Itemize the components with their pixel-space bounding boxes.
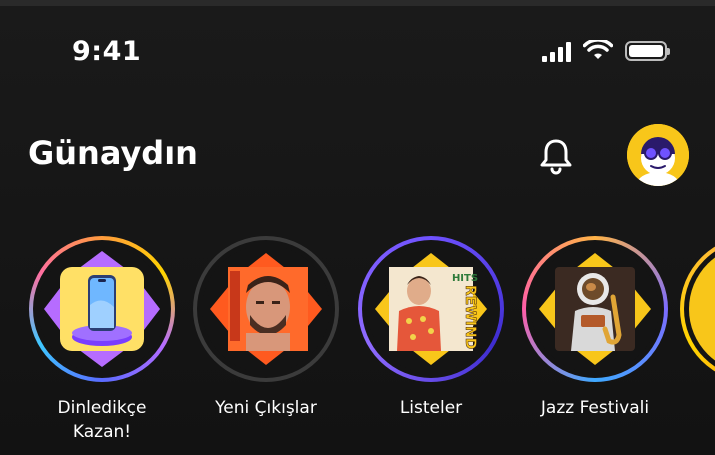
status-icons	[542, 40, 670, 62]
profile-avatar[interactable]	[627, 124, 689, 186]
story-label: Yeni Çıkışlar	[215, 398, 317, 418]
status-time: 9:41	[72, 36, 142, 67]
svg-text:HITS: HITS	[452, 273, 478, 284]
battery-icon	[625, 41, 670, 61]
stories-row: Dinledikçe Kazan! Yeni Çıkışlar HITS REW…	[0, 236, 715, 455]
hits-rewind-thumbnail: HITS REWIND	[367, 245, 495, 373]
device-top-edge	[0, 0, 715, 6]
story-label: Listeler	[399, 398, 463, 418]
artist-portrait-thumbnail	[202, 245, 330, 373]
bell-icon	[540, 139, 572, 175]
story-ring: HITS REWIND	[358, 236, 504, 382]
story-listeler[interactable]: HITS REWIND Listeler	[351, 236, 511, 420]
story-ring	[680, 236, 715, 382]
phone-prize-thumbnail	[38, 245, 166, 373]
wifi-icon	[583, 40, 613, 59]
notifications-button[interactable]	[534, 134, 578, 178]
story-label: Jazz Festivali	[540, 398, 650, 418]
greeting-title: Günaydın	[28, 134, 198, 172]
avatar-icon	[627, 124, 689, 186]
story-ring	[193, 236, 339, 382]
story-ring	[29, 236, 175, 382]
story-label: Dinledikçe Kazan!	[57, 398, 147, 442]
svg-text:REWIND: REWIND	[462, 285, 478, 349]
story-ring	[522, 236, 668, 382]
story-yeni-cikislar[interactable]: Yeni Çıkışlar	[186, 236, 346, 420]
story-partial[interactable]	[680, 236, 715, 382]
cellular-signal-icon	[542, 40, 571, 62]
story-jazz-festivali[interactable]: Jazz Festivali	[515, 236, 675, 420]
astronaut-sax-thumbnail	[531, 245, 659, 373]
story-dinledikce-kazan[interactable]: Dinledikçe Kazan!	[22, 236, 182, 444]
home-screen: 9:41 Günaydın Dinledikçe Kazan! Yeni Çık…	[0, 0, 715, 455]
